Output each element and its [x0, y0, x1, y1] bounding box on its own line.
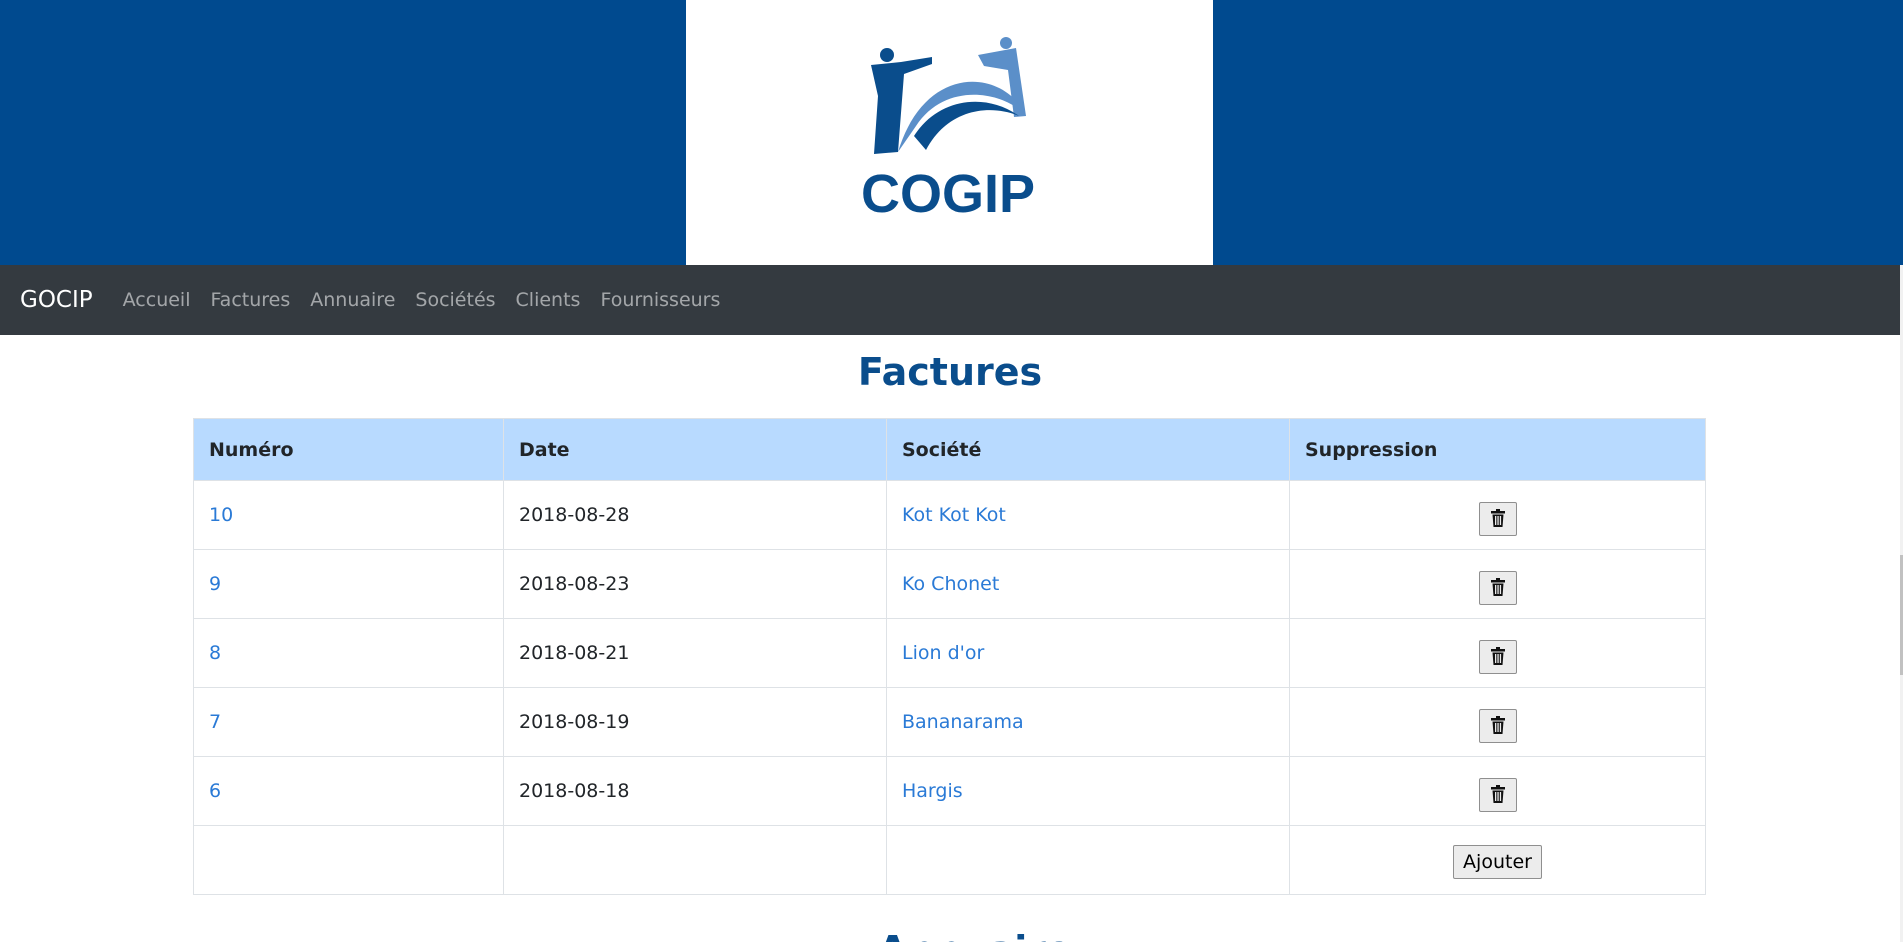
page-title: Factures: [857, 350, 1043, 394]
table-header-row: Numéro Date Société Suppression: [193, 418, 1706, 481]
header-banner: COGIP: [0, 0, 1903, 265]
empty-cell: [886, 825, 1290, 895]
table-row: 6 2018-08-18 Hargis: [193, 756, 1706, 826]
navbar: GOCIP Accueil Factures Annuaire Sociétés…: [0, 265, 1900, 335]
trash-icon: [1490, 716, 1505, 734]
logo: COGIP: [686, 0, 1213, 265]
column-header-suppression: Suppression: [1289, 418, 1706, 481]
navbar-brand[interactable]: GOCIP: [20, 287, 93, 313]
invoice-number-link[interactable]: 10: [209, 504, 233, 526]
column-header-numero: Numéro: [193, 418, 504, 481]
table-row: 9 2018-08-23 Ko Chonet: [193, 549, 1706, 619]
invoices-table: Numéro Date Société Suppression 10 2018-…: [193, 418, 1706, 895]
delete-button[interactable]: [1478, 709, 1517, 743]
nav-item-accueil[interactable]: Accueil: [123, 289, 191, 311]
nav-item-societes[interactable]: Sociétés: [415, 289, 495, 311]
empty-cell: [503, 825, 887, 895]
empty-cell: [193, 825, 504, 895]
company-link[interactable]: Ko Chonet: [902, 573, 999, 595]
trash-icon: [1490, 647, 1505, 665]
delete-button[interactable]: [1478, 778, 1517, 812]
delete-button[interactable]: [1478, 571, 1517, 605]
column-header-societe: Société: [886, 418, 1290, 481]
invoice-date: 2018-08-28: [503, 480, 887, 550]
company-link[interactable]: Kot Kot Kot: [902, 504, 1006, 526]
nav-item-clients[interactable]: Clients: [516, 289, 581, 311]
nav-item-annuaire[interactable]: Annuaire: [310, 289, 395, 311]
delete-button[interactable]: [1478, 502, 1517, 536]
trash-icon: [1490, 785, 1505, 803]
trash-icon: [1490, 578, 1505, 596]
trash-icon: [1490, 509, 1505, 527]
table-row-add: Ajouter: [193, 825, 1706, 895]
table-row: 7 2018-08-19 Bananarama: [193, 687, 1706, 757]
next-section-title: Annuaire: [878, 928, 1072, 942]
delete-button[interactable]: [1478, 640, 1517, 674]
invoice-number-link[interactable]: 8: [209, 642, 221, 664]
invoice-number-link[interactable]: 6: [209, 780, 221, 802]
table-row: 8 2018-08-21 Lion d'or: [193, 618, 1706, 688]
company-link[interactable]: Bananarama: [902, 711, 1024, 733]
company-link[interactable]: Hargis: [902, 780, 963, 802]
logo-text: COGIP: [861, 164, 1035, 224]
table-row: 10 2018-08-28 Kot Kot Kot: [193, 480, 1706, 550]
add-invoice-button[interactable]: Ajouter: [1453, 845, 1542, 879]
invoice-date: 2018-08-23: [503, 549, 887, 619]
invoice-number-link[interactable]: 9: [209, 573, 221, 595]
column-header-date: Date: [503, 418, 887, 481]
invoice-date: 2018-08-18: [503, 756, 887, 826]
company-link[interactable]: Lion d'or: [902, 642, 984, 664]
invoice-number-link[interactable]: 7: [209, 711, 221, 733]
nav-item-factures[interactable]: Factures: [211, 289, 291, 311]
invoice-date: 2018-08-19: [503, 687, 887, 757]
nav-item-fournisseurs[interactable]: Fournisseurs: [600, 289, 720, 311]
invoice-date: 2018-08-21: [503, 618, 887, 688]
page: COGIP GOCIP Accueil Factures Annuaire So…: [0, 0, 1903, 942]
